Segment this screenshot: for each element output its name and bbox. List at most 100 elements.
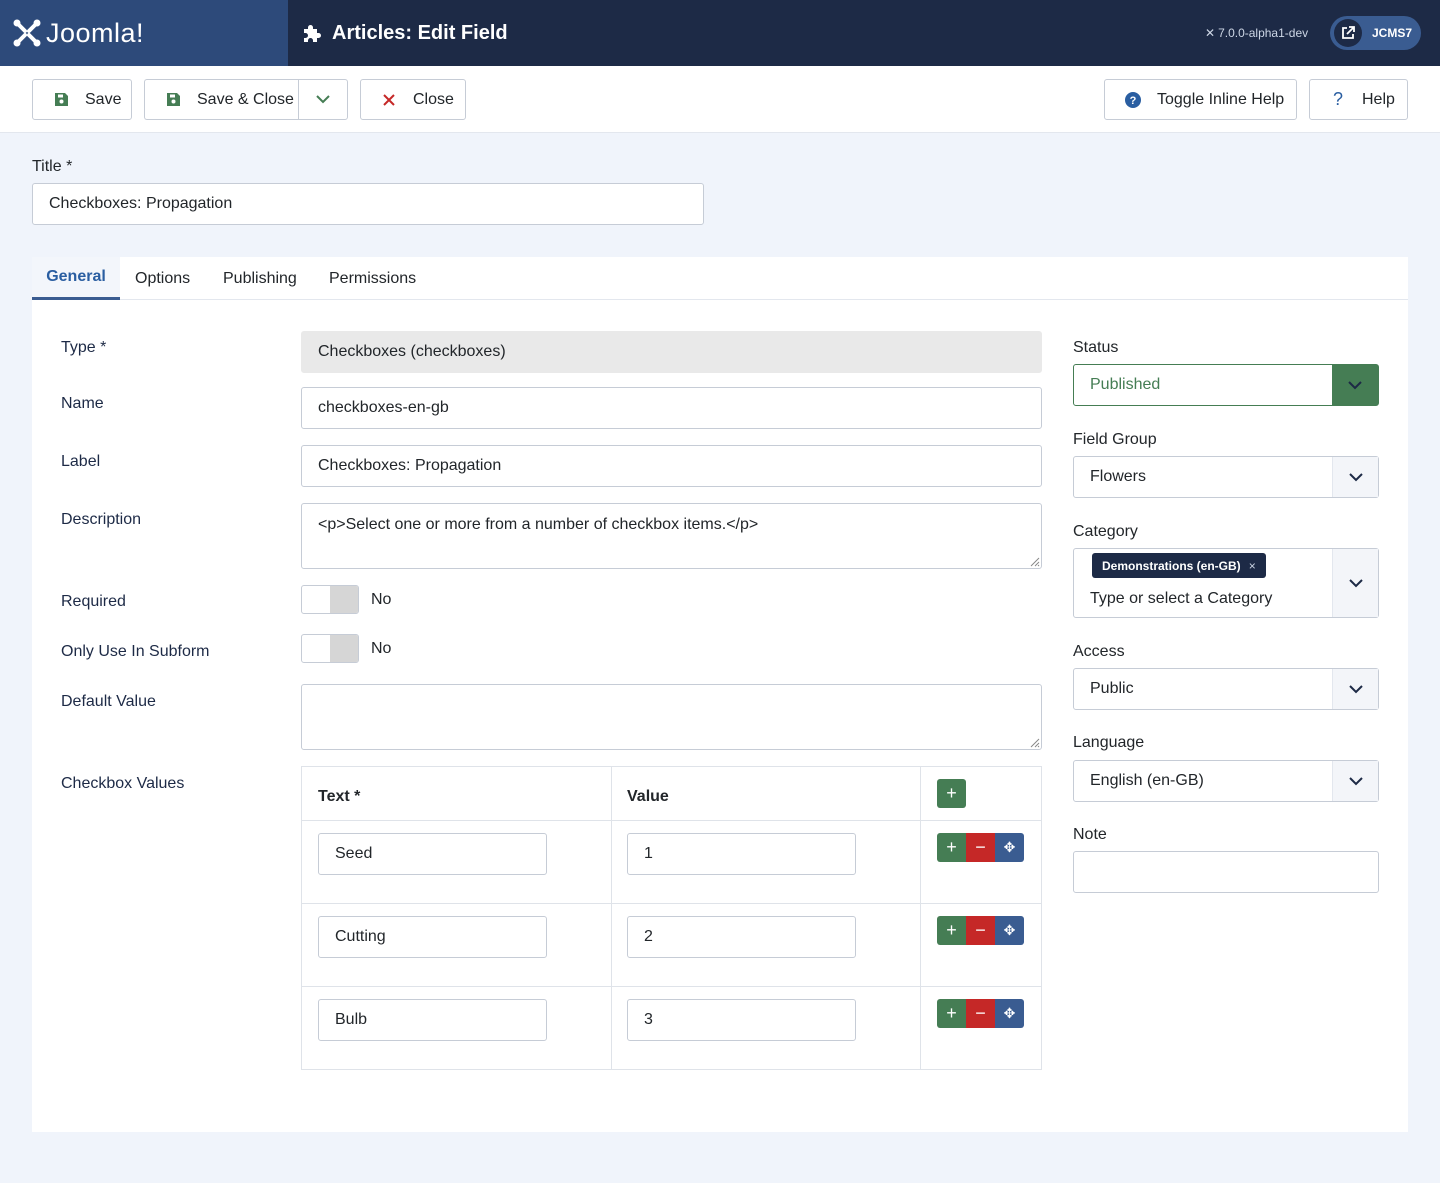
status-select[interactable]: Published bbox=[1073, 364, 1379, 406]
checkbox-values-label: Checkbox Values bbox=[61, 775, 185, 792]
help-button[interactable]: ? Help bbox=[1309, 79, 1408, 120]
chevron-down-icon bbox=[1332, 669, 1378, 709]
col-header-text: Text * bbox=[318, 788, 361, 805]
row-divider bbox=[302, 986, 1041, 987]
minus-icon: − bbox=[975, 837, 986, 857]
add-row-button[interactable]: + bbox=[937, 833, 966, 862]
column-divider bbox=[920, 767, 921, 1069]
header: Joomla! Articles: Edit Field ✕ 7.0.0-alp… bbox=[0, 0, 1440, 66]
category-select[interactable]: Demonstrations (en-GB) × Type or select … bbox=[1073, 548, 1379, 618]
tab-publishing[interactable]: Publishing bbox=[223, 257, 297, 300]
save-label: Save bbox=[85, 90, 122, 108]
tab-options[interactable]: Options bbox=[135, 257, 190, 300]
note-label: Note bbox=[1073, 826, 1107, 843]
name-input[interactable]: checkboxes-en-gb bbox=[301, 387, 1042, 429]
field-group-label: Field Group bbox=[1073, 431, 1157, 448]
move-row-handle[interactable]: ✥ bbox=[995, 916, 1024, 945]
title-value: Checkboxes: Propagation bbox=[49, 195, 233, 212]
name-value: checkboxes-en-gb bbox=[318, 399, 449, 416]
page-title-text: Articles: Edit Field bbox=[332, 21, 508, 44]
svg-text:?: ? bbox=[1130, 95, 1137, 107]
plus-icon: + bbox=[946, 920, 957, 940]
add-row-button[interactable]: + bbox=[937, 916, 966, 945]
move-row-handle[interactable]: ✥ bbox=[995, 999, 1024, 1028]
resize-handle-icon[interactable] bbox=[1030, 738, 1040, 748]
add-first-row-button[interactable]: + bbox=[937, 779, 966, 808]
row-value-input[interactable]: 3 bbox=[627, 999, 856, 1041]
access-label: Access bbox=[1073, 643, 1125, 660]
title-label: Title * bbox=[32, 158, 73, 175]
subform-state: No bbox=[371, 640, 392, 657]
row-value: 2 bbox=[644, 928, 653, 945]
close-button[interactable]: Close bbox=[360, 79, 466, 120]
move-row-handle[interactable]: ✥ bbox=[995, 833, 1024, 862]
brand[interactable]: Joomla! bbox=[0, 0, 288, 66]
question-icon: ? bbox=[1332, 89, 1343, 109]
user-name: JCMS7 bbox=[1372, 26, 1413, 40]
save-button[interactable]: Save bbox=[32, 79, 132, 120]
row-text-input[interactable]: Seed bbox=[318, 833, 547, 875]
chevron-down-icon bbox=[1332, 457, 1378, 497]
toggle-inline-help-button[interactable]: ? Toggle Inline Help bbox=[1104, 79, 1297, 120]
chevron-down-icon bbox=[1332, 549, 1378, 617]
row-value-input[interactable]: 1 bbox=[627, 833, 856, 875]
subform-toggle[interactable] bbox=[301, 634, 359, 663]
save-options-dropdown[interactable] bbox=[298, 79, 348, 120]
resize-handle-icon[interactable] bbox=[1030, 557, 1040, 567]
checkbox-values-table: Text * Value + Seed 1 + − ✥ Cutting 2 + … bbox=[301, 766, 1042, 1070]
tab-permissions[interactable]: Permissions bbox=[329, 257, 416, 300]
joomla-small-icon: ✕ bbox=[1205, 26, 1216, 40]
description-label: Description bbox=[61, 511, 142, 528]
save-close-button[interactable]: Save & Close bbox=[144, 79, 299, 120]
minus-icon: − bbox=[975, 920, 986, 940]
row-text-input[interactable]: Cutting bbox=[318, 916, 547, 958]
version-text: 7.0.0-alpha1-dev bbox=[1218, 26, 1309, 40]
minus-icon: − bbox=[975, 1003, 986, 1023]
field-group-value: Flowers bbox=[1090, 468, 1147, 485]
user-menu-button[interactable]: JCMS7 bbox=[1330, 16, 1421, 50]
category-placeholder[interactable]: Type or select a Category bbox=[1090, 590, 1272, 608]
label-input[interactable]: Checkboxes: Propagation bbox=[301, 445, 1042, 487]
row-text: Bulb bbox=[335, 1011, 368, 1028]
language-value: English (en-GB) bbox=[1090, 772, 1204, 789]
toggle-knob bbox=[330, 635, 358, 662]
type-field: Checkboxes (checkboxes) bbox=[301, 331, 1042, 373]
tab-bar: General Options Publishing Permissions bbox=[32, 257, 1408, 300]
access-select[interactable]: Public bbox=[1073, 668, 1379, 710]
puzzle-icon bbox=[304, 25, 321, 42]
joomla-logo-icon bbox=[13, 19, 41, 47]
category-label: Category bbox=[1073, 523, 1138, 540]
chevron-down-icon bbox=[316, 95, 330, 104]
external-link-icon bbox=[1334, 19, 1362, 47]
move-icon: ✥ bbox=[1003, 839, 1016, 855]
required-state: No bbox=[371, 591, 392, 608]
page-title: Articles: Edit Field bbox=[302, 0, 508, 66]
row-divider bbox=[302, 820, 1041, 821]
default-value-textarea[interactable] bbox=[301, 684, 1042, 750]
label-value: Checkboxes: Propagation bbox=[318, 457, 502, 474]
language-select[interactable]: English (en-GB) bbox=[1073, 760, 1379, 802]
add-row-button[interactable]: + bbox=[937, 999, 966, 1028]
note-input[interactable] bbox=[1073, 851, 1379, 893]
remove-chip-icon[interactable]: × bbox=[1249, 559, 1256, 573]
remove-row-button[interactable]: − bbox=[966, 916, 995, 945]
category-chip[interactable]: Demonstrations (en-GB) × bbox=[1092, 553, 1266, 578]
row-value-input[interactable]: 2 bbox=[627, 916, 856, 958]
version-info: ✕ 7.0.0-alpha1-dev bbox=[1205, 0, 1308, 66]
required-toggle[interactable] bbox=[301, 585, 359, 614]
row-text: Seed bbox=[335, 845, 373, 862]
chevron-down-icon bbox=[1332, 365, 1378, 405]
row-text-input[interactable]: Bulb bbox=[318, 999, 547, 1041]
language-label: Language bbox=[1073, 734, 1145, 751]
move-icon: ✥ bbox=[1003, 922, 1016, 938]
remove-row-button[interactable]: − bbox=[966, 833, 995, 862]
tab-general[interactable]: General bbox=[32, 257, 120, 300]
description-textarea[interactable]: <p>Select one or more from a number of c… bbox=[301, 503, 1042, 569]
plus-icon: + bbox=[946, 783, 957, 803]
floppy-icon bbox=[163, 92, 183, 107]
title-input[interactable]: Checkboxes: Propagation bbox=[32, 183, 704, 225]
remove-row-button[interactable]: − bbox=[966, 999, 995, 1028]
help-label: Help bbox=[1362, 90, 1395, 108]
field-group-select[interactable]: Flowers bbox=[1073, 456, 1379, 498]
status-label: Status bbox=[1073, 339, 1119, 356]
